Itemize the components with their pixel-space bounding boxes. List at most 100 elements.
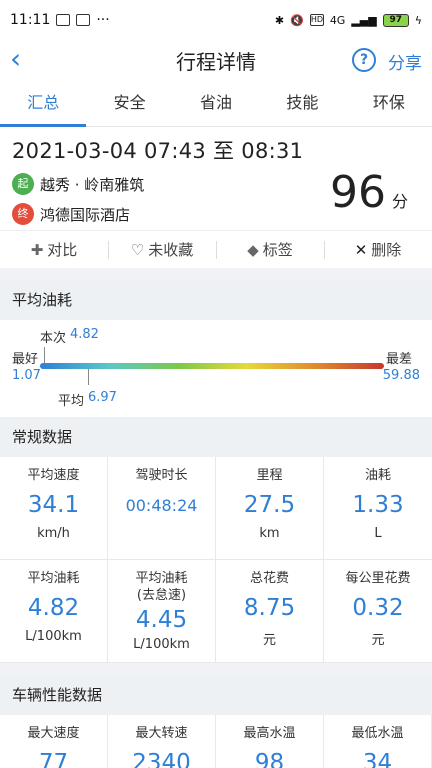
stat-value: 98 [254,750,285,768]
compare-label: 对比 [47,241,78,259]
action-bar: ✚ 对比 ♡ 未收藏 ◆ 标签 ✕ 删除 [0,230,432,268]
favorite-button[interactable]: ♡ 未收藏 [108,239,216,260]
stat-value: 2340 [132,750,191,768]
tab-skill[interactable]: 技能 [259,80,345,126]
stat-name: 最大速度 [27,726,80,741]
spacer [0,663,432,675]
score-value: 96 [329,167,386,218]
stat-cell: 最低水温 34 [324,715,432,768]
tag-icon: ◆ [247,241,259,259]
stat-cell: 平均油耗 4.82 L/100km [0,560,108,663]
average-label: 平均 [58,394,85,409]
stat-cell: 驾驶时长 00:48:24 [108,457,216,560]
tab-bar: 汇总 安全 省油 技能 环保 [0,80,432,127]
tab-safety[interactable]: 安全 [86,80,172,126]
stat-value: 77 [38,750,69,768]
status-time: 11:11 [10,12,51,28]
stat-subname: (去怠速) [136,588,187,603]
stat-name: 最低水温 [351,726,404,741]
tab-eco[interactable]: 环保 [346,80,432,126]
start-location: 越秀 · 岭南雅筑 [40,175,145,194]
help-icon[interactable]: ? [352,48,376,72]
heart-icon: ♡ [130,241,145,259]
compare-button[interactable]: ✚ 对比 [0,239,108,260]
stat-name: 平均速度 [27,468,80,483]
favorite-label: 未收藏 [148,241,194,259]
best-value: 1.07 [12,368,41,383]
plus-icon: ✚ [30,241,44,259]
spacer [0,268,432,280]
stat-unit: 元 [262,633,276,648]
stat-unit: km [259,526,280,541]
fuel-consumption-scale: 本次 4.82 最好 1.07 最差 59.88 平均 6.97 [0,320,432,417]
stat-name: 里程 [256,468,283,483]
tab-summary[interactable]: 汇总 [0,80,87,127]
stat-value: 27.5 [243,492,296,518]
back-icon[interactable]: ‹ [10,45,38,74]
delete-label: 删除 [371,241,402,259]
stat-value: 0.32 [352,595,404,621]
stat-value: 4.45 [135,607,188,633]
close-icon: ✕ [354,241,368,259]
stat-cell: 油耗 1.33 L [324,457,432,560]
end-badge: 终 [12,203,34,225]
performance-data-grid: 最大速度 77 最大转速 2340 最高水温 98 最低水温 34 [0,715,432,768]
stat-value: 1.33 [352,492,404,518]
stat-name: 油耗 [364,468,391,483]
tag-label: 标签 [262,241,293,259]
trip-summary: 2021-03-04 07:43 至 08:31 起 越秀 · 岭南雅筑 终 鸿… [0,127,432,230]
stat-cell: 最高水温 98 [216,715,324,768]
signal-icon: ▂▄▆ [351,13,377,27]
score-unit: 分 [391,192,408,211]
share-button[interactable]: 分享 [388,49,422,74]
current-label: 本次 [40,331,67,346]
stat-name: 驾驶时长 [135,468,188,483]
charging-icon: ϟ [414,13,422,27]
current-value: 4.82 [70,327,99,342]
performance-section-title: 车辆性能数据 [0,675,432,715]
sim-icon [56,14,71,26]
battery-icon: 97 [382,13,409,27]
average-marker [88,369,89,385]
stat-cell: 平均油耗 (去怠速) 4.45 L/100km [108,560,216,663]
trip-datetime: 2021-03-04 07:43 至 08:31 [12,139,304,163]
bluetooth-icon: ✱ [274,13,285,27]
delete-button[interactable]: ✕ 删除 [324,239,432,260]
stat-unit: 元 [371,633,385,648]
stat-value: 00:48:24 [125,496,198,515]
tag-button[interactable]: ◆ 标签 [216,239,324,260]
signal-label: 4G [329,13,346,27]
stat-value: 4.82 [27,595,80,621]
stat-unit: L/100km [133,637,190,652]
best-label: 最好 [12,352,39,367]
regular-data-grid: 平均速度 34.1 km/h 驾驶时长 00:48:24 里程 27.5 km … [0,457,432,663]
current-marker [44,347,45,363]
stat-cell: 每公里花费 0.32 元 [324,560,432,663]
fuel-gradient-bar [40,363,384,369]
start-badge: 起 [12,173,34,195]
hd-icon: HD [309,14,324,26]
stat-cell: 总花费 8.75 元 [216,560,324,663]
regular-section-title: 常规数据 [0,417,432,457]
stat-name: 平均油耗 [27,571,80,586]
app-header: ‹ 行程详情 ? 分享 [0,40,432,80]
stat-cell: 里程 27.5 km [216,457,324,560]
battery-level: 97 [389,15,402,25]
mute-icon: 🔇 [290,13,304,27]
worst-label: 最差 [385,352,412,367]
stat-value: 34 [362,750,393,768]
stat-cell: 最大转速 2340 [108,715,216,768]
stat-name: 每公里花费 [345,571,411,586]
stat-unit: L/100km [25,629,82,644]
more-notifications-icon: ··· [96,12,110,28]
worst-value: 59.88 [382,368,420,383]
tab-fuel-saving[interactable]: 省油 [173,80,259,126]
stat-name: 平均油耗 [135,571,188,586]
end-location: 鸿德国际酒店 [40,205,131,224]
average-value: 6.97 [88,390,117,405]
stat-value: 8.75 [243,595,296,621]
stat-name: 最高水温 [243,726,296,741]
stat-name: 最大转速 [135,726,188,741]
stat-value: 34.1 [27,492,80,518]
fuel-section-title: 平均油耗 [0,280,432,320]
